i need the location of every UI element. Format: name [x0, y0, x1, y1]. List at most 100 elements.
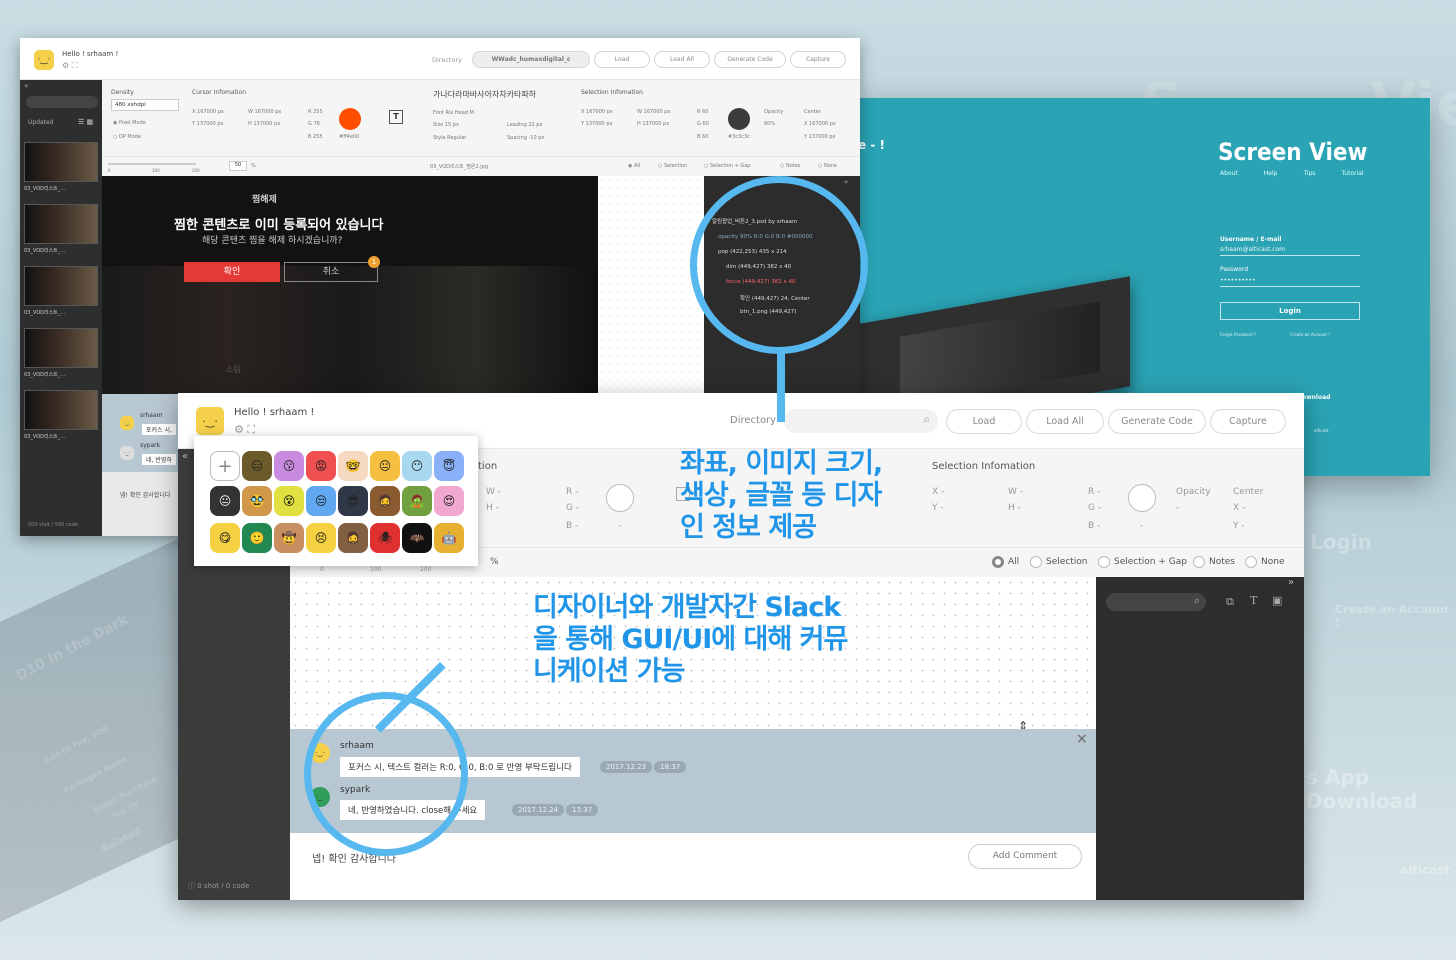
- nav-tutorial[interactable]: Tutorial: [1342, 170, 1364, 177]
- callout-slack: 디자이너와 개발자간 Slack 을 통해 GUI/UI에 대해 커뮤 니케이션…: [533, 592, 848, 687]
- emoji-icon[interactable]: 😣: [306, 523, 336, 553]
- emoji-icon[interactable]: 🤓: [338, 451, 368, 481]
- radio-notes[interactable]: ○ Notes: [780, 163, 800, 169]
- create-account-link[interactable]: Create an Account !: [1290, 332, 1330, 337]
- search-icon[interactable]: ⌕: [923, 412, 930, 427]
- back-white-canvas: [598, 176, 704, 394]
- selection-r: R -: [1088, 487, 1101, 497]
- forgot-link[interactable]: Forget Password ?: [1220, 332, 1256, 337]
- back-sidebar: « Updated ☰ ▦ 03_VOD리스트_... 03_VOD리스트_..…: [20, 80, 102, 536]
- emoji-icon[interactable]: 😐: [210, 486, 240, 516]
- note-badge[interactable]: 1: [368, 256, 380, 268]
- emoji-icon[interactable]: 😒: [306, 486, 336, 516]
- username-field[interactable]: srhaam@alticast.com: [1220, 246, 1285, 253]
- sidebar-search-input[interactable]: [26, 96, 98, 108]
- font-name: Rix Head M: [445, 110, 474, 116]
- grid-view-icon[interactable]: ☰ ▦: [78, 118, 93, 126]
- expand-icon[interactable]: »: [1288, 577, 1294, 588]
- bg-word: Login: [1310, 530, 1372, 554]
- thumbnail[interactable]: [24, 390, 98, 430]
- emoji-icon[interactable]: 😐: [370, 451, 400, 481]
- radio-notes[interactable]: Notes: [1193, 556, 1235, 568]
- search-icon[interactable]: ⌕: [1194, 594, 1200, 608]
- text-filter-icon[interactable]: T: [1250, 594, 1257, 607]
- collapse-icon[interactable]: «: [182, 451, 188, 462]
- thumbnail[interactable]: [24, 266, 98, 306]
- emoji-icon[interactable]: 😡: [306, 451, 336, 481]
- load-button[interactable]: Load: [594, 51, 650, 68]
- emoji-icon[interactable]: 😎: [338, 486, 368, 516]
- load-all-button[interactable]: Load All: [1026, 409, 1104, 434]
- sidebar-footer: ⓘ 0 shot / 0 code: [188, 882, 250, 890]
- pixel-mode-radio[interactable]: ◉ Pixel Mode: [113, 120, 146, 126]
- popup-ok-button[interactable]: 확인: [184, 262, 280, 282]
- thumbnail[interactable]: [24, 328, 98, 368]
- emoji-icon[interactable]: 🤖: [434, 523, 464, 553]
- emoji-icon[interactable]: 🕷: [370, 523, 400, 553]
- sort-select[interactable]: Updated: [28, 119, 54, 126]
- emoji-icon[interactable]: 🧟: [402, 486, 432, 516]
- emoji-icon[interactable]: 😍: [434, 486, 464, 516]
- directory-input[interactable]: WWadc_humaxdigital_c: [472, 51, 590, 68]
- emoji-icon[interactable]: 🥸: [242, 486, 272, 516]
- settings-icon[interactable]: ⚙ ⛶: [234, 423, 255, 437]
- load-button[interactable]: Load: [946, 409, 1022, 434]
- emoji-icon[interactable]: 🧔: [338, 523, 368, 553]
- login-button[interactable]: Login: [1220, 302, 1360, 320]
- emoji-icon[interactable]: 😗: [274, 451, 304, 481]
- thumbnail[interactable]: [24, 204, 98, 244]
- emoji-icon[interactable]: 🦇: [402, 523, 432, 553]
- emoji-icon[interactable]: 😶: [402, 451, 432, 481]
- callout-connector: [777, 350, 785, 422]
- nav-help[interactable]: Help: [1264, 170, 1278, 177]
- radio-selection[interactable]: Selection: [1030, 556, 1087, 568]
- radio-selection-gap[interactable]: ○ Selection + Gap: [704, 163, 750, 169]
- image-filter-icon[interactable]: ▣: [1272, 594, 1282, 607]
- directory-input[interactable]: ⌕: [784, 409, 938, 433]
- capture-button[interactable]: Capture: [1210, 409, 1286, 434]
- radio-selection-gap[interactable]: Selection + Gap: [1098, 556, 1187, 568]
- close-icon[interactable]: ×: [1076, 731, 1088, 747]
- selection-info-title: Selection Infomation: [932, 461, 1036, 472]
- thumbnail[interactable]: [24, 142, 98, 182]
- emoji-icon[interactable]: 🙂: [242, 523, 272, 553]
- emoji-icon[interactable]: 😋: [210, 523, 240, 553]
- selection-hex: -: [1140, 521, 1144, 531]
- radio-all[interactable]: All: [992, 556, 1019, 568]
- collapse-icon[interactable]: «: [24, 82, 28, 90]
- emoji-icon[interactable]: 😇: [434, 451, 464, 481]
- popup-cancel-button[interactable]: 취소: [284, 262, 378, 282]
- avatar[interactable]: ·‿·: [196, 407, 224, 435]
- generate-code-button[interactable]: Generate Code: [714, 51, 786, 68]
- settings-icon[interactable]: ⚙ ⛶: [62, 61, 77, 71]
- nav-about[interactable]: About: [1220, 170, 1238, 177]
- emoji-icon[interactable]: 😵: [274, 486, 304, 516]
- emoji-icon[interactable]: 🤠: [274, 523, 304, 553]
- layers-icon[interactable]: ⧉: [1226, 595, 1234, 609]
- add-emoji-button[interactable]: +: [210, 451, 240, 481]
- chat-username: srhaam: [140, 412, 163, 419]
- popup-message: 찜한 콘텐츠로 이미 등록되어 있습니다: [174, 218, 384, 233]
- password-field[interactable]: ••••••••••: [1220, 277, 1255, 284]
- layer-search-input[interactable]: ⌕: [1106, 593, 1206, 611]
- zoom-input[interactable]: 50: [229, 161, 247, 171]
- emoji-icon[interactable]: 🧔: [370, 486, 400, 516]
- radio-selection[interactable]: ○ Selection: [658, 163, 687, 169]
- selection-h: H 137000 px: [637, 121, 670, 127]
- radio-all[interactable]: ◉ All: [628, 163, 640, 169]
- dp-mode-radio[interactable]: ○ DP Mode: [113, 134, 141, 140]
- generate-code-button[interactable]: Generate Code: [1108, 409, 1206, 434]
- emoji-icon[interactable]: 😑: [242, 451, 272, 481]
- add-comment-button[interactable]: Add Comment: [968, 844, 1082, 869]
- radio-none[interactable]: ○ None: [818, 163, 837, 169]
- expand-icon[interactable]: »: [844, 178, 848, 186]
- avatar[interactable]: ·‿·: [34, 50, 54, 70]
- capture-button[interactable]: Capture: [790, 51, 846, 68]
- thumbnail-label: 03_VOD리스트_...: [24, 248, 66, 254]
- radio-none[interactable]: None: [1245, 556, 1284, 568]
- nav-tips[interactable]: Tips: [1303, 170, 1315, 177]
- zoom-slider[interactable]: [108, 163, 196, 165]
- density-select[interactable]: 480 xxhdpi: [111, 99, 179, 111]
- text-tool-icon[interactable]: T: [389, 110, 403, 124]
- load-all-button[interactable]: Load All: [654, 51, 710, 68]
